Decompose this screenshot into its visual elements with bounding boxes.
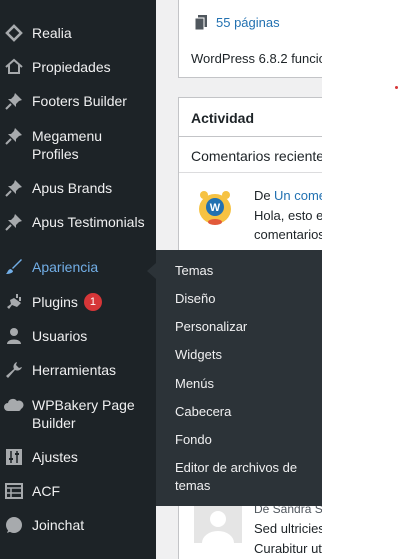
admin-sidebar: Realia Propiedades Footers Builder Megam… xyxy=(0,0,156,559)
submenu-item-fondo[interactable]: Fondo xyxy=(175,431,315,449)
divider xyxy=(179,172,322,173)
sidebar-item-label: Propiedades xyxy=(32,59,111,75)
activity-title: Actividad xyxy=(191,110,255,126)
apariencia-submenu: Temas Diseño Personalizar Widgets Menús … xyxy=(156,250,322,506)
table-icon xyxy=(4,481,24,501)
wapuu-avatar: W xyxy=(194,185,236,227)
sidebar-item-footers-builder[interactable]: Footers Builder xyxy=(0,92,156,112)
sidebar-item-label: Joinchat xyxy=(32,517,85,533)
sidebar-item-label: Apus Testimonials xyxy=(32,214,145,230)
comment-excerpt-line: comentarios xyxy=(254,227,322,242)
recent-comments-heading: Comentarios reciente xyxy=(191,148,322,164)
sidebar-item-label: Apus Brands xyxy=(32,180,113,196)
sidebar-item-label-wrap: Plugins 1 xyxy=(32,293,150,311)
sidebar-item-label: Megamenu Profiles xyxy=(32,128,103,162)
submenu-pointer xyxy=(147,263,156,279)
comment-author-link[interactable]: Un come xyxy=(274,188,322,203)
wp-version-text: WordPress 6.8.2 funcion xyxy=(191,51,322,66)
sidebar-item-label: Apariencia xyxy=(32,259,99,275)
sidebar-item-ajustes[interactable]: Ajustes xyxy=(0,448,156,468)
pages-icon xyxy=(194,15,207,31)
submenu-item-personalizar[interactable]: Personalizar xyxy=(175,318,315,336)
submenu-item-cabecera[interactable]: Cabecera xyxy=(175,403,315,421)
sidebar-item-apus-brands[interactable]: Apus Brands xyxy=(0,179,156,199)
sidebar-item-herramientas[interactable]: Herramientas xyxy=(0,361,156,381)
submenu-item-diseno[interactable]: Diseño xyxy=(175,290,315,308)
sidebar-item-label: WPBakery Page Builder xyxy=(32,397,135,431)
sidebar-item-apus-testimonials[interactable]: Apus Testimonials xyxy=(0,213,156,233)
sidebar-item-megamenu-profiles[interactable]: Megamenu Profiles xyxy=(0,127,156,165)
submenu-item-editor-temas[interactable]: Editor de archivos de temas xyxy=(175,459,310,495)
sidebar-item-apariencia[interactable]: Apariencia xyxy=(0,258,156,278)
pin-icon xyxy=(4,178,24,198)
sidebar-item-label: Ajustes xyxy=(32,449,78,465)
submenu-item-temas[interactable]: Temas xyxy=(175,262,315,280)
diamond-icon xyxy=(4,23,24,43)
sidebar-item-plugins[interactable]: Plugins 1 xyxy=(0,293,156,313)
default-avatar xyxy=(194,503,242,543)
comment-excerpt-line: Curabitur ut xyxy=(254,541,322,556)
submenu-item-widgets[interactable]: Widgets xyxy=(175,346,315,364)
sidebar-item-label: Footers Builder xyxy=(32,93,127,109)
sidebar-item-joinchat[interactable]: Joinchat xyxy=(0,516,156,536)
pages-link[interactable]: 55 páginas xyxy=(216,15,280,30)
sidebar-item-acf[interactable]: ACF xyxy=(0,482,156,502)
sidebar-item-wpbakery[interactable]: WPBakery Page Builder xyxy=(0,396,156,434)
sliders-icon xyxy=(4,447,24,467)
sidebar-item-label: ACF xyxy=(32,483,60,499)
paintbrush-icon xyxy=(4,257,24,277)
sidebar-item-usuarios[interactable]: Usuarios xyxy=(0,327,156,347)
user-icon xyxy=(4,326,24,346)
svg-text:W: W xyxy=(210,202,221,214)
sidebar-item-label: Usuarios xyxy=(32,328,88,344)
comment-excerpt-line: Hola, esto es xyxy=(254,208,322,223)
comment-from: De xyxy=(254,188,271,203)
submenu-item-menus[interactable]: Menús xyxy=(175,375,315,393)
sidebar-item-label: Realia xyxy=(32,25,72,41)
sidebar-item-label: Herramientas xyxy=(32,362,117,378)
pin-icon xyxy=(4,212,24,232)
at-a-glance-box: 55 páginas WordPress 6.8.2 funcion xyxy=(178,0,322,78)
red-dot xyxy=(395,86,398,89)
cloud-icon xyxy=(4,395,24,415)
update-count-badge: 1 xyxy=(83,293,102,311)
sidebar-item-propiedades[interactable]: Propiedades xyxy=(0,58,156,78)
home-icon xyxy=(4,57,24,77)
comment-excerpt-line: Sed ultricies xyxy=(254,521,322,536)
sidebar-item-realia[interactable]: Realia xyxy=(0,24,156,44)
plug-icon xyxy=(4,292,24,312)
divider xyxy=(179,136,322,137)
wrench-icon xyxy=(4,360,24,380)
pin-icon xyxy=(4,91,24,111)
chat-icon xyxy=(4,515,24,535)
pin-icon xyxy=(4,126,24,146)
sidebar-item-label: Plugins xyxy=(32,294,78,310)
